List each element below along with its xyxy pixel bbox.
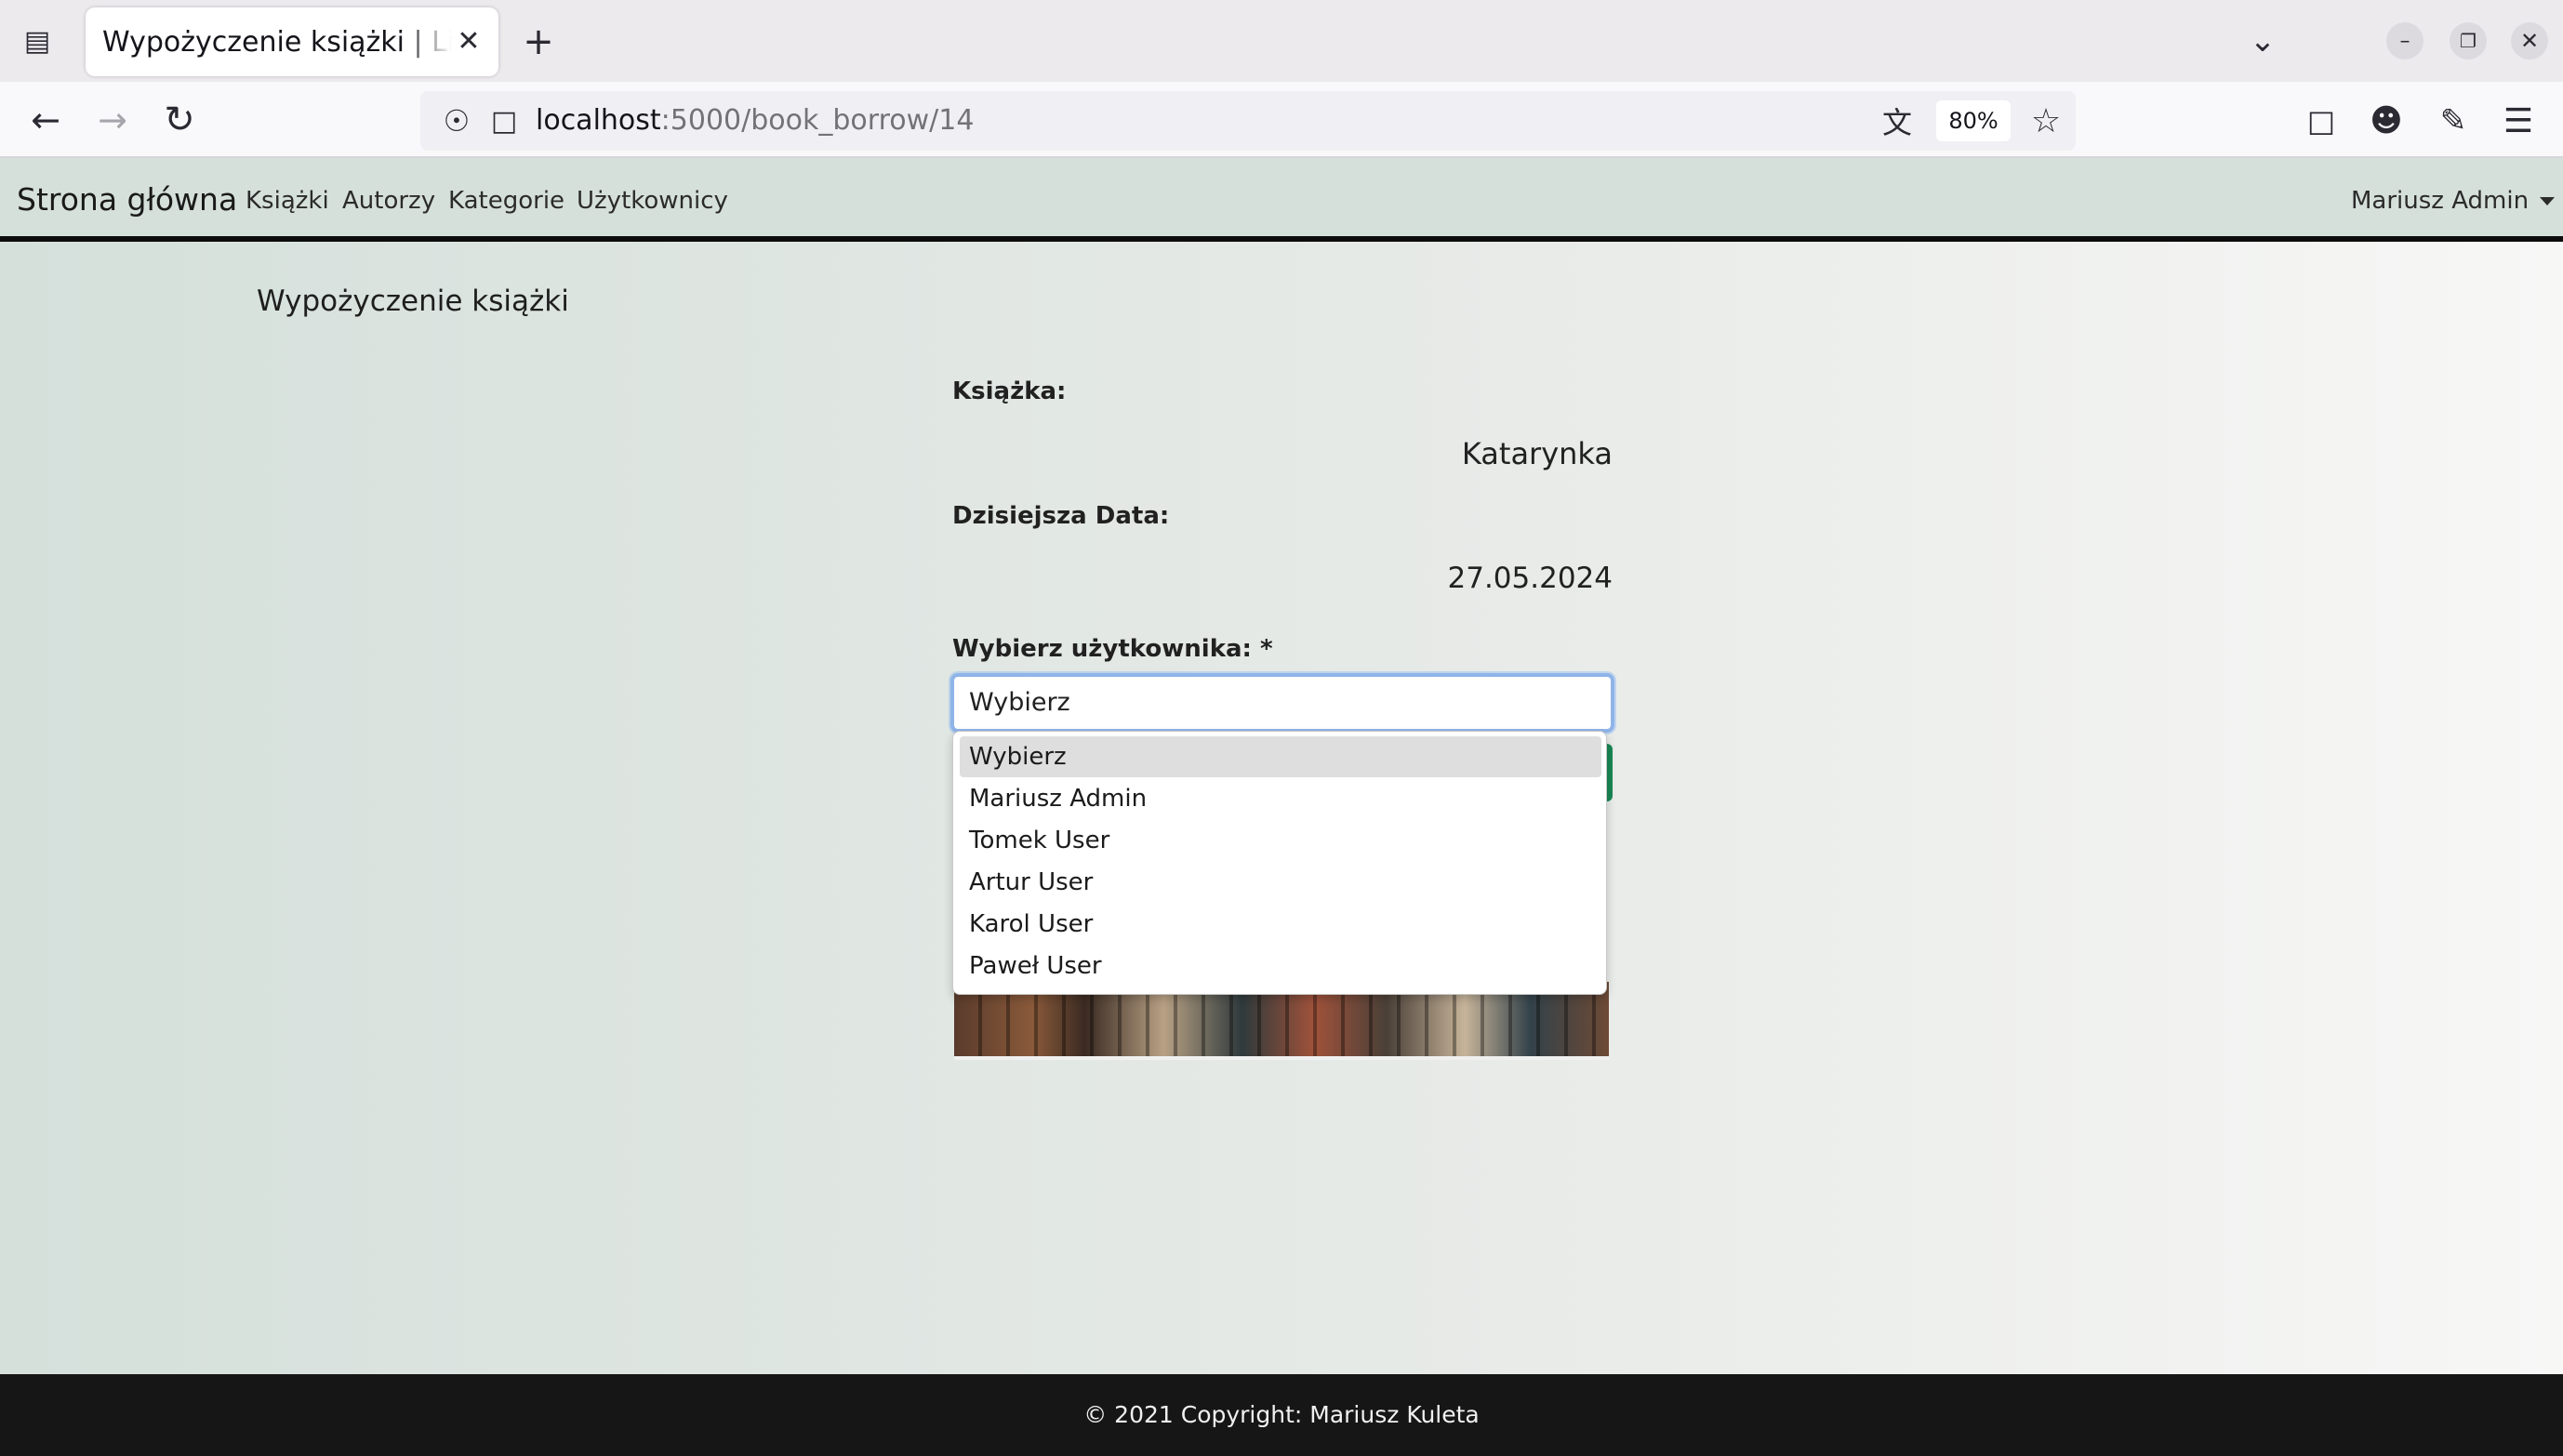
puzzle-icon[interactable]: ✎ (2429, 97, 2477, 145)
url-text[interactable]: localhost:5000/book_borrow/14 (536, 100, 1838, 141)
footer-copyright: © 2021 Copyright: Mariusz Kuleta (1083, 1401, 1480, 1428)
dropdown-option[interactable]: Karol User (960, 904, 1601, 945)
dropdown-option[interactable]: Wybierz (960, 736, 1601, 777)
dropdown-option[interactable]: Paweł User (960, 946, 1601, 986)
zoom-level[interactable]: 80% (1936, 100, 2011, 141)
book-value: Katarynka (1461, 436, 1613, 471)
window-close-icon[interactable]: ✕ (2511, 22, 2548, 60)
option-label: Artur User (969, 868, 1094, 896)
navbar-brand[interactable]: Strona główna (17, 177, 237, 223)
dropdown-option[interactable]: Artur User (960, 862, 1601, 903)
chevron-down-icon[interactable]: ⌄ (2239, 19, 2286, 63)
nav-link-categories[interactable]: Kategorie (448, 182, 564, 219)
url-path: :5000/book_borrow/14 (660, 104, 975, 137)
user-menu-label: Mariusz Admin (2351, 187, 2530, 215)
option-label: Wybierz (969, 743, 1067, 771)
option-label: Tomek User (969, 827, 1110, 854)
account-icon[interactable]: ☻ (2362, 97, 2410, 145)
pocket-icon[interactable]: □ (2297, 97, 2345, 145)
option-label: Karol User (969, 910, 1094, 938)
tab-list-icon[interactable]: ▤ (17, 20, 58, 61)
hamburger-icon[interactable]: ☰ (2494, 97, 2543, 145)
nav-link-authors[interactable]: Autorzy (342, 182, 435, 219)
nav-link-books[interactable]: Książki (246, 182, 329, 219)
date-value: 27.05.2024 (1447, 562, 1613, 595)
close-icon[interactable]: ✕ (450, 22, 487, 60)
tab-title-fade (400, 19, 452, 65)
user-menu-dropdown[interactable]: Mariusz Admin (2351, 182, 2556, 219)
dropdown-option[interactable]: Mariusz Admin (960, 778, 1601, 819)
page-icon: □ (490, 104, 518, 138)
plus-icon[interactable]: + (515, 20, 562, 63)
arrow-right-icon[interactable]: → (89, 97, 136, 143)
date-label: Dzisiejsza Data: (952, 502, 1170, 530)
user-select-label: Wybierz użytkownika: * (952, 635, 1273, 663)
restore-icon[interactable]: ❐ (2450, 22, 2487, 60)
url-host: localhost (536, 104, 661, 137)
caret-down-icon (2540, 197, 2556, 205)
user-select-value: Wybierz (969, 688, 1070, 717)
option-label: Mariusz Admin (969, 785, 1148, 813)
nav-link-users[interactable]: Użytkownicy (577, 182, 728, 219)
page-title: Wypożyczenie książki (257, 285, 569, 318)
book-label: Książka: (952, 377, 1067, 405)
reload-icon[interactable]: ↻ (156, 97, 203, 143)
dropdown-option[interactable]: Tomek User (960, 820, 1601, 861)
arrow-left-icon[interactable]: ← (22, 97, 69, 143)
option-label: Paweł User (969, 952, 1102, 980)
minimize-icon[interactable]: – (2386, 22, 2424, 60)
translate-icon[interactable]: 文 (1873, 97, 1921, 145)
shield-icon[interactable]: ☉ (433, 99, 480, 143)
star-icon[interactable]: ☆ (2022, 97, 2070, 145)
